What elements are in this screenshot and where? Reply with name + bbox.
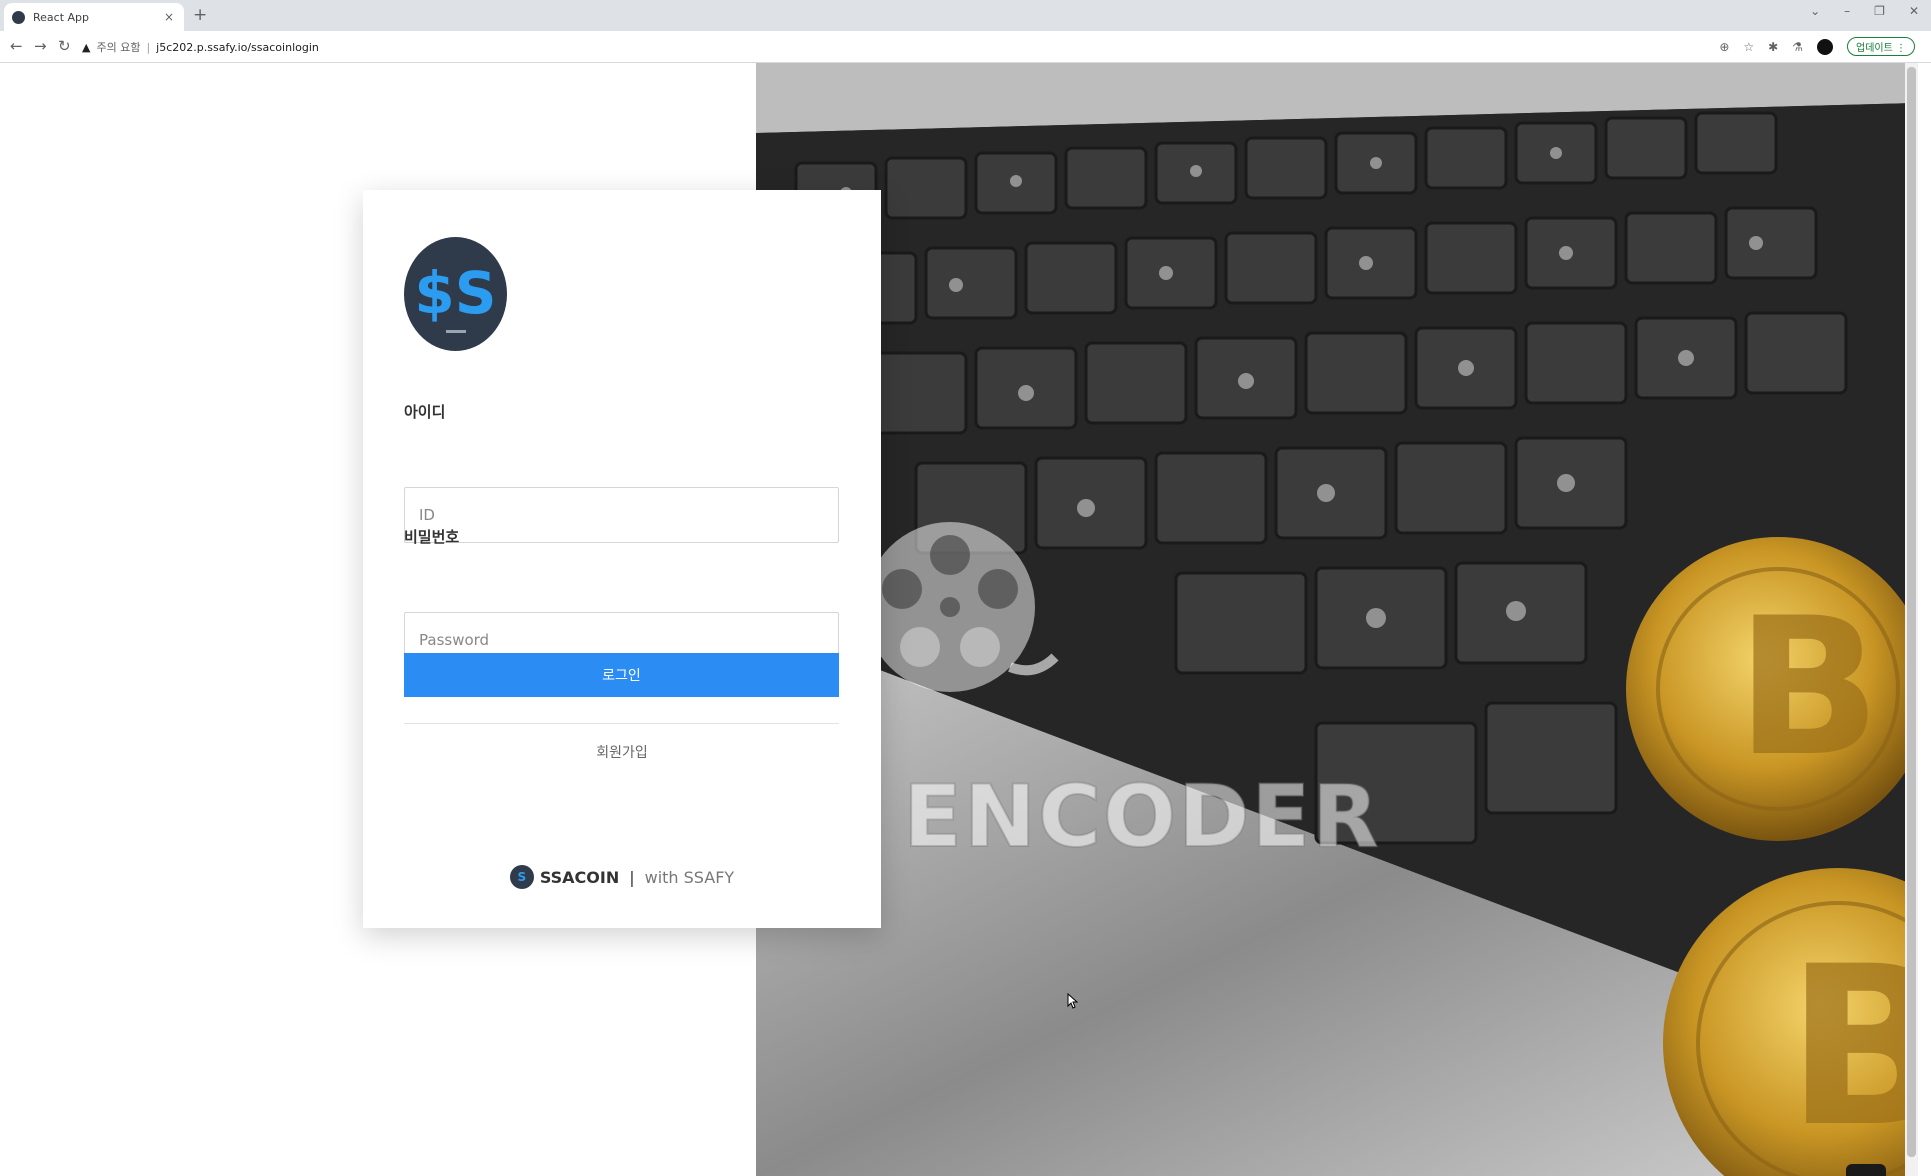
warning-icon[interactable]: ▲ — [82, 41, 90, 54]
reload-icon[interactable]: ↻ — [58, 37, 71, 55]
new-tab-button[interactable]: + — [193, 5, 207, 25]
divider — [404, 723, 839, 724]
app-root: React App × + ⌄ – ❐ ✕ ← → ↻ ▲ 주의 요함 | j5… — [0, 0, 1931, 1176]
card-footer: S SSACOIN | with SSAFY — [363, 865, 881, 889]
ssacoin-mini-logo-icon: S — [509, 865, 534, 889]
tab-title: React App — [33, 10, 90, 24]
browser-toolbar: ← → ↻ ▲ 주의 요함 | j5c202.p.ssafy.io/ssacoi… — [0, 31, 1931, 63]
lab-icon[interactable]: ⚗ — [1792, 40, 1803, 54]
login-card: $S 아이디 비밀번호 로그인 회원가입 S SSACOIN | with SS… — [363, 190, 881, 928]
url-text[interactable]: j5c202.p.ssafy.io/ssacoinlogin — [156, 41, 319, 54]
react-favicon-icon — [12, 10, 25, 24]
mouse-cursor-icon — [1067, 993, 1079, 1009]
profile-avatar[interactable] — [1817, 38, 1833, 55]
scroll-to-top-button[interactable]: ↑ — [1846, 1164, 1886, 1176]
update-button[interactable]: 업데이트 ⋮ — [1847, 37, 1915, 56]
back-icon[interactable]: ← — [10, 37, 23, 55]
footer-with-text: with SSAFY — [644, 867, 735, 887]
update-label: 업데이트 — [1856, 43, 1893, 54]
svg-text:B: B — [1736, 577, 1881, 798]
minimize-icon[interactable]: – — [1844, 4, 1850, 18]
footer-separator: | — [629, 867, 635, 887]
scrollbar-thumb[interactable] — [1907, 67, 1916, 1157]
forward-icon[interactable]: → — [34, 37, 47, 55]
password-label: 비밀번호 — [404, 528, 460, 546]
keyboard-bitcoin-photo: B B — [756, 63, 1918, 1176]
browser-tabbar: React App × + ⌄ – ❐ ✕ — [0, 0, 1931, 31]
svg-text:$S: $S — [414, 259, 496, 327]
signup-link[interactable]: 회원가입 — [363, 742, 881, 762]
security-warning[interactable]: 주의 요함 — [96, 39, 140, 55]
window-controls: ⌄ – ❐ ✕ — [1810, 4, 1919, 18]
svg-text:B: B — [1786, 919, 1918, 1175]
extensions-icon[interactable]: ✱ — [1768, 40, 1778, 54]
arrow-up-icon: ↑ — [1858, 1172, 1875, 1176]
browser-tab[interactable]: React App × — [4, 3, 184, 31]
zoom-icon[interactable]: ⊕ — [1719, 40, 1729, 54]
close-window-icon[interactable]: ✕ — [1909, 4, 1919, 18]
address-bar[interactable]: ▲ 주의 요함 | j5c202.p.ssafy.io/ssacoinlogin — [82, 35, 1712, 59]
login-button[interactable]: 로그인 — [404, 653, 839, 697]
hero-image: B B — [756, 63, 1918, 1176]
bookmark-star-icon[interactable]: ☆ — [1743, 40, 1754, 54]
page-scrollbar[interactable] — [1905, 63, 1918, 1176]
tab-search-icon[interactable]: ⌄ — [1810, 4, 1820, 18]
page: B B GOM ENCODER $S 아이디 ID 비밀번호 로그인 회원가입 … — [0, 63, 1931, 1176]
address-separator: | — [146, 40, 151, 54]
restore-icon[interactable]: ❐ — [1874, 4, 1885, 18]
footer-brand: SSACOIN — [539, 867, 620, 887]
id-input[interactable] — [404, 487, 839, 543]
toolbar-icons: ⊕ ☆ ✱ ⚗ 업데이트 ⋮ — [1719, 37, 1915, 56]
ssacoin-logo-icon: $S — [404, 237, 507, 351]
id-label: 아이디 — [404, 403, 446, 421]
tab-close-icon[interactable]: × — [162, 10, 176, 24]
